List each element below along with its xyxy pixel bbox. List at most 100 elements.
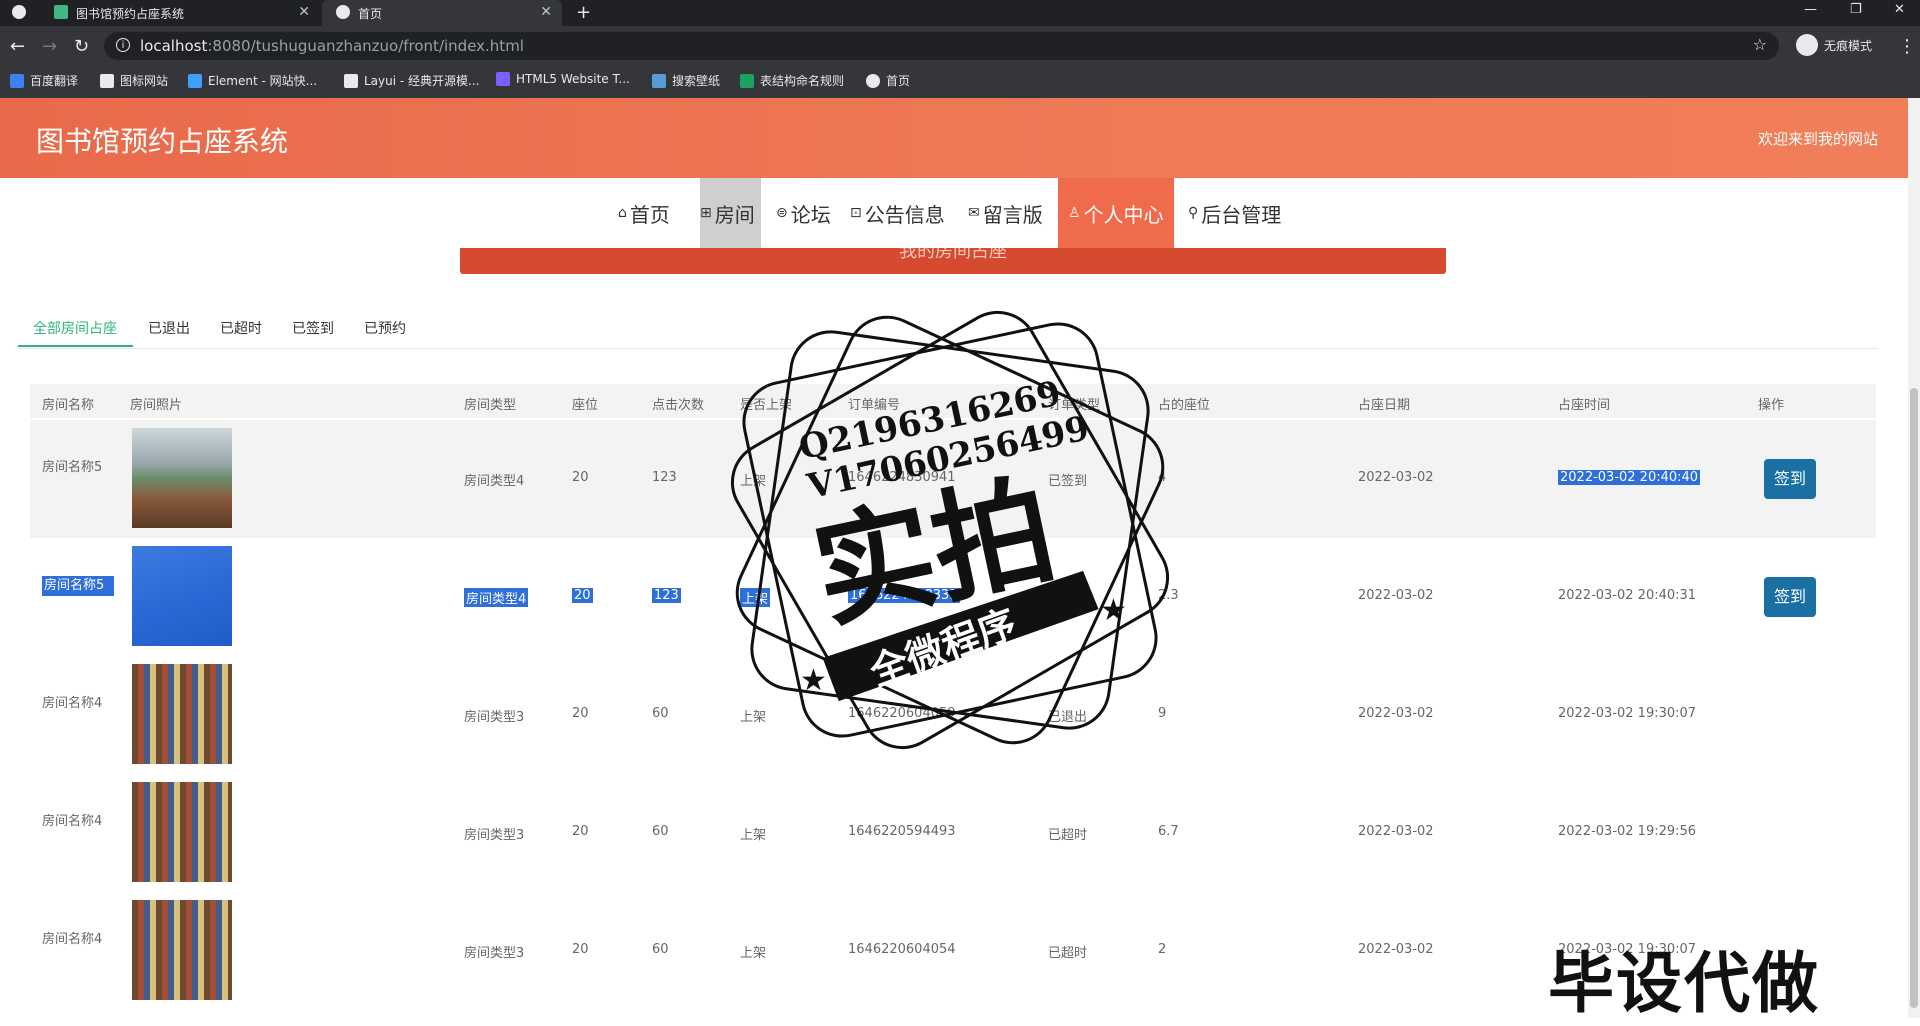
nav-home[interactable]: ⌂ 首页	[618, 178, 670, 248]
browser-tab-library[interactable]: 图书馆预约占座系统 ✕	[40, 0, 320, 26]
user-icon: ♙	[1068, 205, 1081, 221]
col-header: 占座日期	[1358, 398, 1411, 413]
bookmark-star-icon[interactable]: ☆	[1753, 35, 1767, 54]
seat-count: 20	[572, 942, 589, 957]
tab-timeout[interactable]: 已超时	[220, 318, 262, 338]
order-number: 1646220604059	[848, 706, 956, 721]
click-count: 123	[652, 470, 677, 485]
sheet-icon	[740, 73, 754, 88]
order-type: 已超时	[1048, 828, 1088, 843]
reserve-time: 2022-03-02 19:29:56	[1558, 824, 1697, 839]
col-header: 点击次数	[652, 398, 705, 413]
click-count: 123	[652, 588, 681, 603]
info-icon[interactable]: i	[116, 38, 130, 52]
reserve-date: 2022-03-02	[1358, 588, 1434, 603]
back-icon[interactable]: ←	[10, 36, 25, 57]
bookmark-item[interactable]: Element - 网站快...	[188, 72, 317, 89]
forward-icon[interactable]: →	[42, 36, 57, 57]
message-icon: ✉	[968, 205, 980, 221]
bookmark-item[interactable]: 图标网站	[100, 72, 168, 89]
page-scrollbar[interactable]	[1908, 98, 1920, 1018]
table-header: 房间名称 房间照片 房间类型 座位 点击次数 是否上架 订单编号 订单类型 占的…	[30, 384, 1876, 418]
click-count: 60	[652, 942, 669, 957]
shelf-status: 上架	[740, 588, 771, 607]
col-header: 房间名称	[42, 398, 95, 413]
bookmark-item[interactable]: 百度翻译	[10, 72, 78, 89]
element-icon	[188, 73, 202, 88]
translate-icon	[10, 73, 24, 88]
tab-exited[interactable]: 已退出	[148, 318, 190, 338]
incognito-indicator[interactable]: 无痕模式	[1796, 34, 1872, 56]
bookmarks-bar: 百度翻译 图标网站 Element - 网站快... Layui - 经典开源模…	[0, 66, 1920, 99]
seat-taken: 2.3	[1158, 588, 1179, 603]
new-tab-icon[interactable]: +	[576, 2, 591, 23]
url-input[interactable]: i localhost:8080/tushuguanzhanzuo/front/…	[104, 32, 1779, 60]
col-header: 占的座位	[1158, 398, 1211, 413]
col-header: 订单类型	[1048, 398, 1101, 413]
room-name: 房间名称4	[42, 932, 103, 947]
table-row[interactable]: 房间名称4 房间类型3 20 60 上架 1646220594493 已超时 6…	[30, 774, 1876, 892]
watermark-corner: 毕设代做	[1548, 945, 1820, 1022]
html5-icon	[496, 72, 510, 86]
room-photo	[132, 546, 232, 646]
close-tab-icon[interactable]: ✕	[540, 4, 552, 20]
nav-forum[interactable]: ⊜ 论坛	[776, 178, 831, 248]
order-number: 1646220604054	[848, 942, 956, 957]
forum-icon: ⊜	[776, 205, 788, 221]
scroll-thumb[interactable]	[1910, 388, 1918, 1008]
order-number: 1646224828331	[848, 588, 960, 603]
sign-in-button[interactable]: 签到	[1764, 577, 1816, 617]
seat-taken: 2	[1158, 942, 1167, 957]
room-name: 房间名称4	[42, 696, 103, 711]
minimize-icon[interactable]: —	[1804, 2, 1817, 17]
shelf-status: 上架	[740, 710, 767, 725]
order-number: 1646224830941	[848, 470, 956, 485]
room-photo	[132, 900, 232, 1000]
site-title: 图书馆预约占座系统	[36, 125, 289, 158]
sign-in-button[interactable]: 签到	[1764, 459, 1816, 499]
flag-icon	[100, 73, 114, 88]
layui-icon	[344, 73, 358, 88]
tab-signed-in[interactable]: 已签到	[292, 318, 334, 338]
more-icon[interactable]: ⋮	[1898, 36, 1916, 57]
close-window-icon[interactable]: ✕	[1894, 2, 1905, 17]
order-type: 已签到	[1048, 474, 1088, 489]
reload-icon[interactable]: ↻	[74, 36, 89, 57]
nav-notice[interactable]: ⊡ 公告信息	[850, 178, 945, 248]
table-row[interactable]: 房间名称5 房间类型4 20 123 上架 1646224830941 已签到 …	[30, 420, 1876, 538]
room-name: 房间名称4	[42, 814, 103, 829]
reserve-date: 2022-03-02	[1358, 470, 1434, 485]
room-type: 房间类型3	[464, 828, 525, 843]
bookmark-item[interactable]: Layui - 经典开源模...	[344, 72, 479, 89]
nav-message-board[interactable]: ✉ 留言版	[968, 178, 1043, 248]
bookmark-item[interactable]: 表结构命名规则	[740, 72, 844, 89]
close-tab-icon[interactable]: ✕	[298, 4, 310, 20]
col-header: 房间类型	[464, 398, 517, 413]
browser-menu-icon[interactable]	[12, 5, 26, 19]
wallpaper-icon	[652, 73, 666, 88]
table-row[interactable]: 房间名称5 房间类型4 20 123 上架 1646224828331 已预约 …	[30, 538, 1876, 656]
seat-count: 20	[572, 470, 589, 485]
reserve-date: 2022-03-02	[1358, 824, 1434, 839]
nav-personal-center[interactable]: ♙ 个人中心	[1058, 178, 1174, 248]
shelf-status: 上架	[740, 828, 767, 843]
table-row[interactable]: 房间名称4 房间类型3 20 60 上架 1646220604059 已退出 9…	[30, 656, 1876, 774]
site-header: 图书馆预约占座系统 欢迎来到我的网站	[0, 98, 1908, 178]
nav-room[interactable]: ⊞ 房间	[700, 178, 761, 248]
seat-taken: 4	[1158, 470, 1167, 485]
tab-all[interactable]: 全部房间占座	[33, 318, 117, 338]
room-type: 房间类型3	[464, 710, 525, 725]
link-icon: ⚲	[1188, 205, 1199, 221]
col-header: 座位	[572, 398, 599, 413]
click-count: 60	[652, 706, 669, 721]
browser-tab-home[interactable]: 首页 ✕	[322, 0, 562, 26]
room-photo	[132, 782, 232, 882]
col-header: 是否上架	[740, 398, 793, 413]
click-count: 60	[652, 824, 669, 839]
bookmark-item[interactable]: HTML5 Website T...	[496, 72, 630, 86]
nav-admin[interactable]: ⚲ 后台管理	[1188, 178, 1281, 248]
bookmark-item[interactable]: 搜索壁纸	[652, 72, 720, 89]
tab-reserved[interactable]: 已预约	[364, 318, 406, 338]
bookmark-item[interactable]: 首页	[866, 72, 910, 89]
restore-icon[interactable]: ❐	[1850, 2, 1862, 17]
